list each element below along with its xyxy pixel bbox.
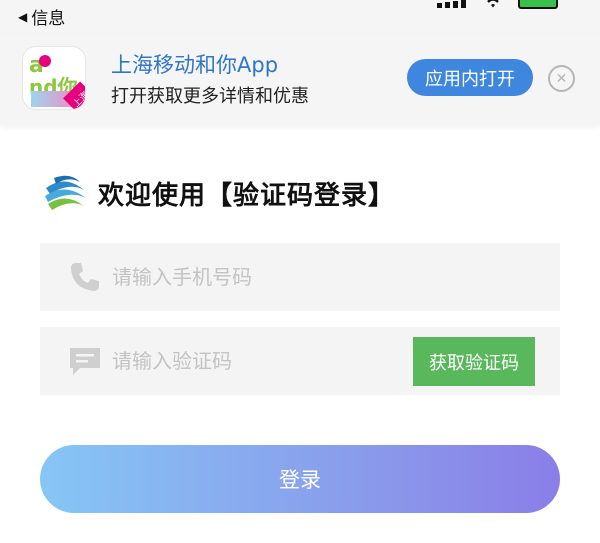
page-title: 欢迎使用【验证码登录】	[98, 180, 396, 211]
phone-icon	[71, 263, 99, 291]
back-arrow-icon: ◀	[18, 9, 28, 24]
app-banner: a nd你 上海 上海移动和你App 打开获取更多详情和优惠 应用内打开 ✕	[0, 34, 600, 124]
verification-code-field: 获取验证码	[40, 327, 560, 395]
cellular-signal-icon	[437, 0, 466, 8]
app-name: 上海移动和你App	[111, 53, 279, 77]
login-page: ◀ 信息 a nd你 上海 上海移动和你App 打开获取更多详情和优惠 应用内打…	[0, 0, 600, 543]
back-label: 信息	[31, 9, 66, 29]
back-to-messages[interactable]: ◀ 信息	[18, 4, 65, 29]
verification-code-input[interactable]	[112, 327, 412, 395]
wifi-icon	[487, 0, 499, 8]
app-subtitle: 打开获取更多详情和优惠	[111, 86, 309, 107]
login-heading: 欢迎使用【验证码登录】	[40, 168, 395, 218]
app-logo-icon: a nd你 上海	[22, 46, 86, 110]
login-button[interactable]: 登录	[40, 445, 560, 513]
message-icon	[70, 348, 100, 375]
phone-field	[40, 243, 560, 311]
china-mobile-logo-icon	[43, 171, 87, 215]
get-code-button[interactable]: 获取验证码	[413, 337, 535, 386]
phone-input[interactable]	[112, 243, 412, 311]
close-icon[interactable]: ✕	[548, 65, 575, 92]
open-in-app-button[interactable]: 应用内打开	[407, 59, 533, 96]
battery-icon	[518, 0, 558, 9]
status-bar: ◀ 信息	[0, 0, 600, 34]
